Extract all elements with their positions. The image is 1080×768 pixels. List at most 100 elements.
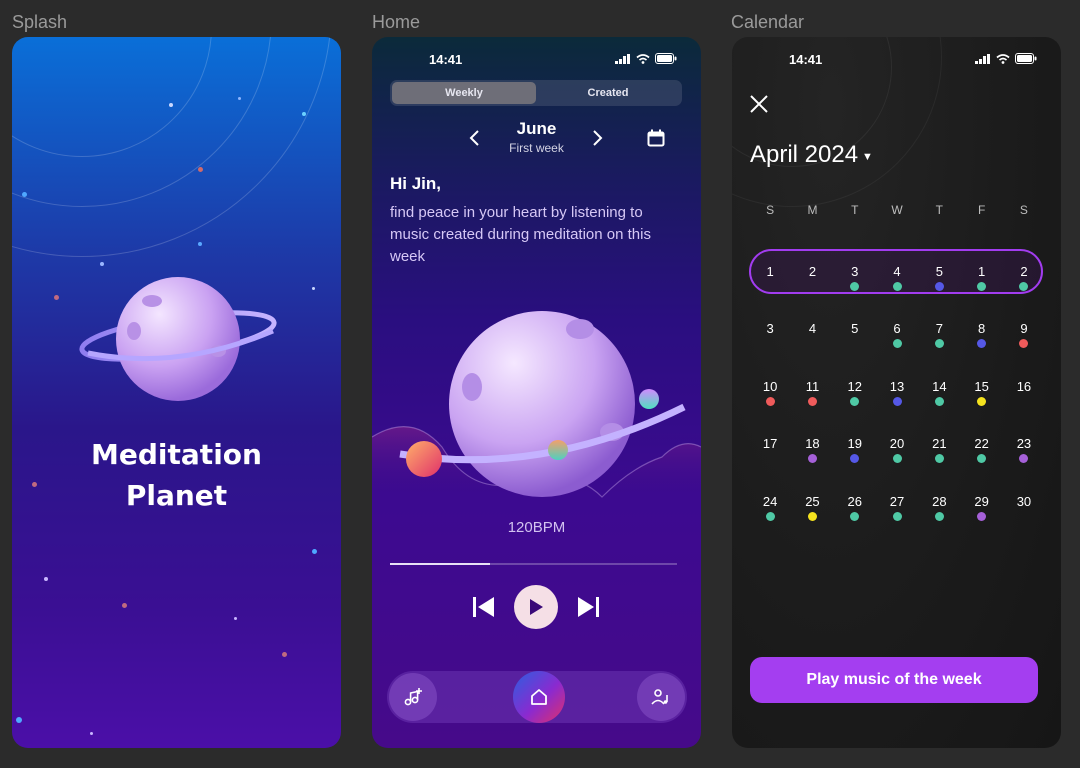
player-controls xyxy=(372,585,701,629)
calendar-day[interactable]: 24 xyxy=(749,487,791,533)
tab-created[interactable]: Created xyxy=(536,82,680,104)
progress-fill xyxy=(390,563,491,565)
calendar-day[interactable]: 14 xyxy=(918,372,960,418)
day-number: 12 xyxy=(847,379,862,394)
mood-dot xyxy=(934,512,944,521)
day-number: 16 xyxy=(1016,379,1032,394)
calendar-month-title[interactable]: April 2024 xyxy=(750,141,858,169)
calendar-day[interactable]: 9 xyxy=(1003,314,1045,360)
day-number: 15 xyxy=(974,379,989,394)
greeting: Hi Jin, xyxy=(390,174,442,193)
weekday-label: T xyxy=(935,203,943,217)
star xyxy=(234,617,237,620)
calendar-day[interactable]: 8 xyxy=(960,314,1002,360)
calendar-day[interactable]: 6 xyxy=(876,314,918,360)
status-icons xyxy=(615,53,677,64)
calendar-icon[interactable] xyxy=(647,129,665,147)
calendar-day[interactable]: 10 xyxy=(749,372,791,418)
status-time: 14:41 xyxy=(429,52,463,67)
star xyxy=(16,717,22,723)
orbit-ring xyxy=(12,37,332,257)
calendar-day[interactable]: 17 xyxy=(749,429,791,475)
status-bar: 14:41 xyxy=(372,37,701,81)
mood-dot xyxy=(807,454,817,463)
calendar-day[interactable]: 4 xyxy=(876,257,918,303)
calendar-week-row: 10 11 12 13 14 15 16 xyxy=(749,372,1045,418)
chevron-right-icon[interactable] xyxy=(592,130,604,146)
calendar-day[interactable]: 3 xyxy=(834,257,876,303)
play-button[interactable] xyxy=(514,585,558,629)
calendar-day[interactable]: 26 xyxy=(834,487,876,533)
calendar-day[interactable]: 1 xyxy=(960,257,1002,303)
skip-back-icon[interactable] xyxy=(473,597,495,617)
calendar-day[interactable]: 21 xyxy=(918,429,960,475)
mood-dot xyxy=(892,282,902,291)
mood-dot xyxy=(892,454,902,463)
calendar-day[interactable]: 7 xyxy=(918,314,960,360)
mood-dot xyxy=(892,512,902,521)
day-number: 8 xyxy=(978,321,986,336)
home-screen: 14:41 Weekly Created June First week Hi … xyxy=(372,37,701,748)
calendar-day[interactable]: 23 xyxy=(1003,429,1045,475)
calendar-day[interactable]: 2 xyxy=(1003,257,1045,303)
day-number: 11 xyxy=(805,379,820,394)
day-number: 9 xyxy=(1020,321,1028,336)
day-number: 5 xyxy=(851,321,859,336)
calendar-day[interactable]: 19 xyxy=(834,429,876,475)
calendar-day[interactable]: 3 xyxy=(749,314,791,360)
calendar-day[interactable]: 2 xyxy=(791,257,833,303)
calendar-day[interactable]: 13 xyxy=(876,372,918,418)
day-number: 24 xyxy=(762,494,778,509)
splash-title-line2: Planet xyxy=(125,479,228,512)
caret-down-icon[interactable]: ▼ xyxy=(862,151,873,163)
mood-dot xyxy=(977,339,987,348)
close-icon[interactable] xyxy=(748,93,770,115)
profile-tab[interactable] xyxy=(637,673,685,721)
star xyxy=(312,549,317,554)
calendar-day[interactable]: 25 xyxy=(791,487,833,533)
calendar-day[interactable]: 18 xyxy=(791,429,833,475)
calendar-day[interactable]: 30 xyxy=(1003,487,1045,533)
day-number: 27 xyxy=(889,494,905,509)
play-week-button[interactable]: Play music of the week xyxy=(750,657,1038,703)
mood-dot xyxy=(934,282,944,291)
mood-dot xyxy=(977,282,987,291)
home-tab[interactable] xyxy=(513,671,565,723)
calendar-day[interactable]: 12 xyxy=(834,372,876,418)
day-number: 6 xyxy=(893,321,901,336)
tab-weekly[interactable]: Weekly xyxy=(392,82,536,104)
calendar-day[interactable]: 16 xyxy=(1003,372,1045,418)
day-number: 26 xyxy=(847,494,862,509)
calendar-day[interactable]: 5 xyxy=(918,257,960,303)
calendar-day[interactable]: 11 xyxy=(791,372,833,418)
star xyxy=(22,192,27,197)
calendar-day[interactable]: 15 xyxy=(960,372,1002,418)
day-number: 1 xyxy=(766,264,774,279)
calendar-week-row: 24 25 26 27 28 29 30 xyxy=(749,487,1045,533)
calendar-day[interactable]: 1 xyxy=(749,257,791,303)
weekday-label: T xyxy=(851,203,859,217)
day-number: 2 xyxy=(808,264,817,279)
frame-label-home: Home xyxy=(372,12,421,32)
calendar-day[interactable]: 22 xyxy=(960,429,1002,475)
star xyxy=(198,167,203,172)
skip-forward-icon[interactable] xyxy=(577,597,599,617)
calendar-day[interactable]: 20 xyxy=(876,429,918,475)
wifi-icon xyxy=(636,53,650,64)
calendar-day[interactable]: 29 xyxy=(960,487,1002,533)
calendar-day[interactable]: 27 xyxy=(876,487,918,533)
calendar-day[interactable]: 4 xyxy=(791,314,833,360)
frame-label-splash: Splash xyxy=(12,12,68,32)
progress-bar[interactable] xyxy=(390,563,677,565)
day-number: 28 xyxy=(932,494,947,509)
calendar-day[interactable]: 5 xyxy=(834,314,876,360)
weekday-header: SMTWTFS xyxy=(749,203,1059,223)
mood-dot xyxy=(807,397,817,406)
calendar-day[interactable]: 28 xyxy=(918,487,960,533)
signal-icon xyxy=(975,53,990,64)
star xyxy=(90,732,93,735)
calendar-week-row: 3 4 5 6 7 8 9 xyxy=(749,314,1045,360)
star xyxy=(282,652,287,657)
signal-icon xyxy=(615,53,630,64)
add-music-tab[interactable] xyxy=(389,673,437,721)
